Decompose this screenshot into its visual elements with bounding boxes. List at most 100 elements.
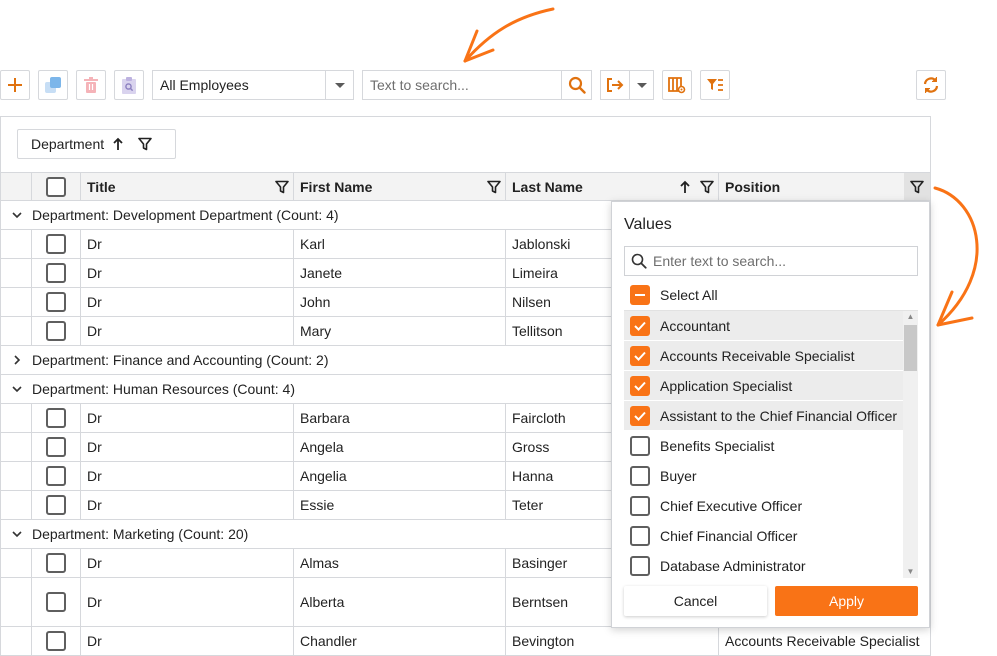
cell-title[interactable]: Dr (81, 462, 294, 490)
chevron-down-icon[interactable] (1, 530, 32, 538)
row-checkbox[interactable] (46, 234, 66, 254)
filter-values-search[interactable] (624, 246, 918, 276)
cell-title[interactable]: Dr (81, 549, 294, 577)
column-header-first-name[interactable]: First Name (294, 173, 506, 200)
cell-title[interactable]: Dr (81, 288, 294, 316)
table-row[interactable]: Dr Chandler Bevington Accounts Receivable S… (1, 627, 930, 656)
filter-value-item[interactable]: Application Specialist (624, 371, 903, 401)
row-checkbox[interactable] (46, 263, 66, 283)
copy-button[interactable] (38, 70, 68, 100)
export-split-button[interactable] (600, 70, 654, 100)
scroll-up-icon[interactable]: ▲ (903, 311, 918, 323)
checkbox-checked-icon[interactable] (630, 375, 650, 396)
export-button[interactable] (601, 71, 630, 99)
filter-icon[interactable] (904, 173, 930, 200)
cell-first-name[interactable]: Angela (294, 433, 506, 461)
chevron-right-icon[interactable] (1, 355, 32, 365)
row-checkbox[interactable] (46, 437, 66, 457)
filter-editor-button[interactable] (700, 70, 730, 100)
callout-arrow-icon (933, 186, 979, 327)
cell-last-name[interactable]: Bevington (506, 627, 719, 655)
row-checkbox[interactable] (46, 321, 66, 341)
filter-values-scrollbar[interactable]: ▲ ▼ (903, 311, 918, 578)
filter-value-item[interactable]: Chief Financial Officer (624, 521, 903, 551)
scroll-down-icon[interactable]: ▼ (903, 566, 918, 578)
filter-value-item[interactable]: Benefits Specialist (624, 431, 903, 461)
cell-first-name[interactable]: Barbara (294, 404, 506, 432)
checkbox-unchecked-icon[interactable] (630, 556, 650, 576)
search-input[interactable] (363, 71, 561, 99)
group-panel: Department (1, 117, 930, 172)
search-box[interactable] (362, 70, 592, 100)
filter-icon[interactable] (696, 173, 718, 200)
cell-title[interactable]: Dr (81, 404, 294, 432)
cell-first-name[interactable]: John (294, 288, 506, 316)
cell-first-name[interactable]: Janete (294, 259, 506, 287)
group-chip-department[interactable]: Department (17, 129, 176, 159)
row-checkbox[interactable] (46, 466, 66, 486)
select-all-rows-checkbox[interactable] (46, 176, 66, 197)
filter-icon[interactable] (271, 173, 293, 200)
row-checkbox[interactable] (46, 631, 66, 651)
row-checkbox[interactable] (46, 292, 66, 312)
row-indent (1, 317, 32, 345)
preview-button[interactable] (114, 70, 144, 100)
row-indent (1, 627, 32, 655)
checkbox-unchecked-icon[interactable] (630, 526, 650, 546)
search-button[interactable] (561, 71, 591, 99)
checkbox-checked-icon[interactable] (630, 405, 650, 426)
new-button[interactable] (0, 70, 30, 100)
cell-first-name[interactable]: Chandler (294, 627, 506, 655)
row-checkbox[interactable] (46, 408, 66, 428)
checkbox-checked-icon[interactable] (630, 345, 650, 366)
filter-value-item[interactable]: Chief Executive Officer (624, 491, 903, 521)
column-header-position[interactable]: Position (719, 173, 930, 200)
filter-value-label: Buyer (660, 468, 697, 484)
chevron-down-icon[interactable] (1, 385, 32, 393)
view-selector-dropdown-button[interactable] (325, 71, 353, 99)
filter-value-item[interactable]: Assistant to the Chief Financial Officer (624, 401, 903, 431)
column-header-last-name[interactable]: Last Name (506, 173, 719, 200)
filter-value-item[interactable]: Buyer (624, 461, 903, 491)
cell-position[interactable]: Accounts Receivable Specialist (719, 627, 930, 655)
filter-icon[interactable] (138, 137, 152, 151)
column-chooser-button[interactable] (662, 70, 692, 100)
export-dropdown-button[interactable] (630, 71, 653, 99)
cell-first-name[interactable]: Alberta (294, 578, 506, 626)
cell-title[interactable]: Dr (81, 317, 294, 345)
cell-first-name[interactable]: Essie (294, 491, 506, 519)
filter-value-item[interactable]: Database Administrator (624, 551, 903, 578)
scrollbar-thumb[interactable] (904, 325, 917, 371)
checkbox-unchecked-icon[interactable] (630, 466, 650, 486)
select-all-checkbox[interactable]: Select All (630, 284, 718, 306)
cell-title[interactable]: Dr (81, 578, 294, 626)
filter-value-item[interactable]: Accountant (624, 311, 903, 341)
plus-icon (8, 78, 22, 92)
apply-button[interactable]: Apply (775, 586, 918, 616)
cell-title[interactable]: Dr (81, 259, 294, 287)
cell-first-name[interactable]: Karl (294, 230, 506, 258)
checkbox-checked-icon[interactable] (630, 315, 650, 336)
column-header-title[interactable]: Title (81, 173, 294, 200)
filter-value-item[interactable]: Accounts Receivable Specialist (624, 341, 903, 371)
cell-title[interactable]: Dr (81, 230, 294, 258)
checkbox-unchecked-icon[interactable] (630, 496, 650, 516)
cancel-button[interactable]: Cancel (624, 586, 767, 616)
cell-title[interactable]: Dr (81, 627, 294, 655)
cell-first-name[interactable]: Almas (294, 549, 506, 577)
filter-values-search-input[interactable] (653, 253, 917, 269)
view-selector[interactable]: All Employees (152, 70, 354, 100)
cell-title[interactable]: Dr (81, 433, 294, 461)
chevron-down-icon[interactable] (1, 211, 32, 219)
cell-first-name[interactable]: Mary (294, 317, 506, 345)
delete-button[interactable] (76, 70, 106, 100)
row-checkbox[interactable] (46, 553, 66, 573)
filter-icon[interactable] (483, 173, 505, 200)
cell-first-name[interactable]: Angelia (294, 462, 506, 490)
row-checkbox[interactable] (46, 495, 66, 515)
row-checkbox[interactable] (46, 592, 66, 612)
row-indent (1, 491, 32, 519)
refresh-button[interactable] (916, 70, 946, 100)
checkbox-unchecked-icon[interactable] (630, 436, 650, 456)
cell-title[interactable]: Dr (81, 491, 294, 519)
